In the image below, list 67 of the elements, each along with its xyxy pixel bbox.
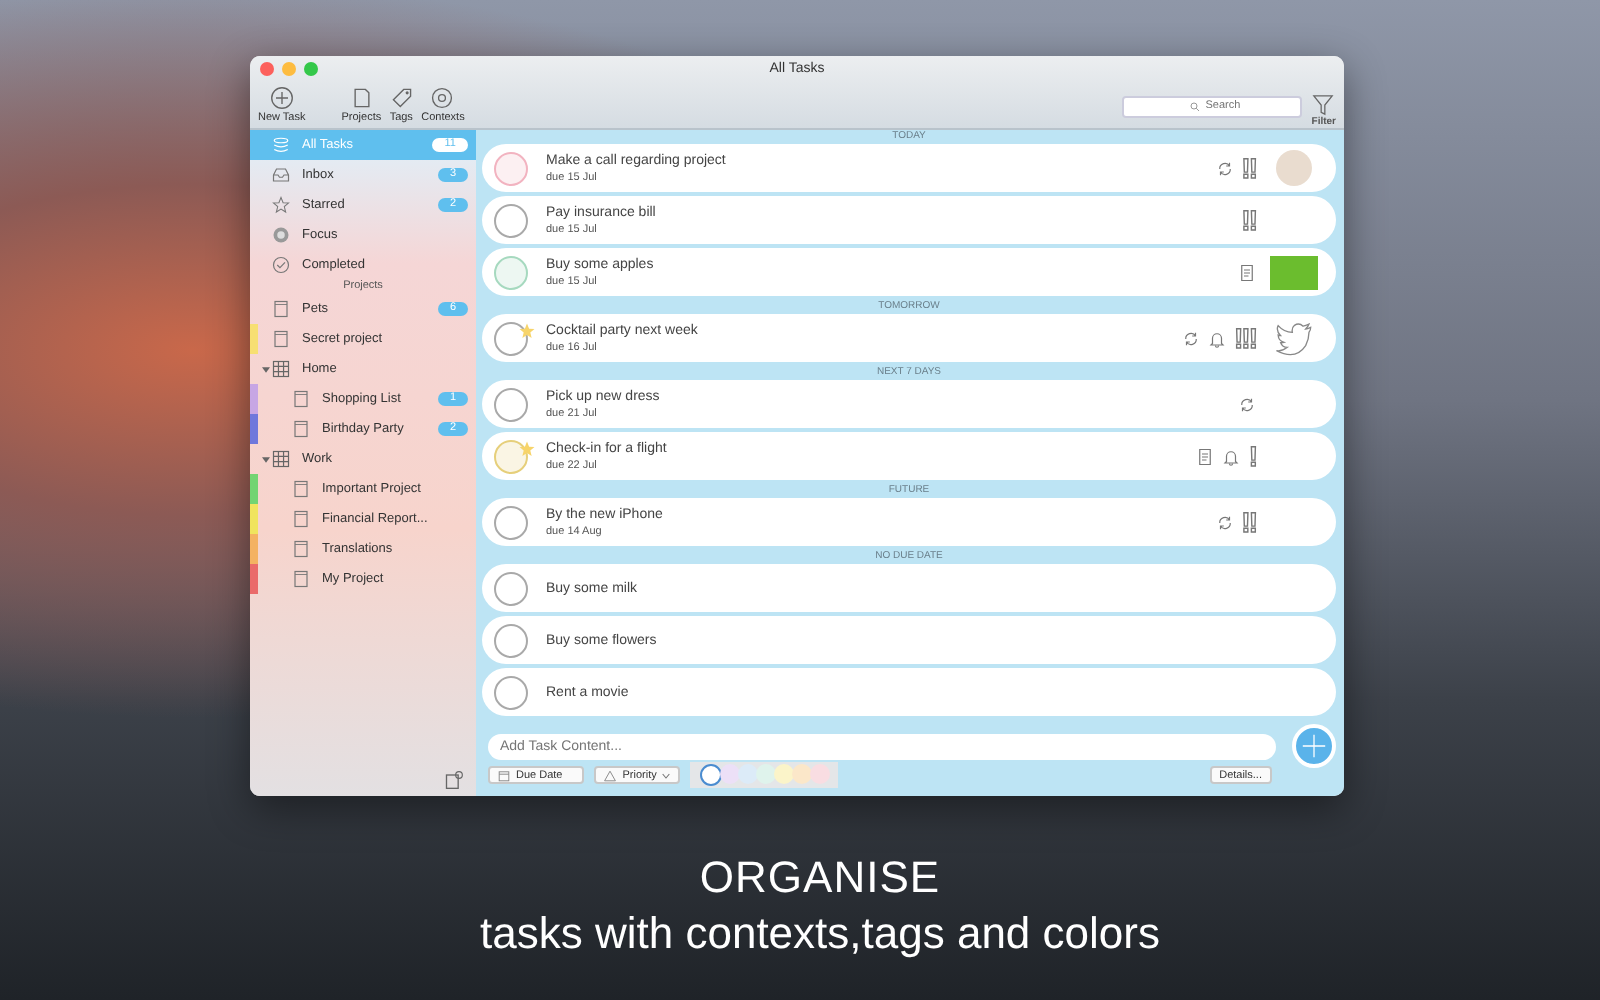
caret-icon xyxy=(662,771,671,779)
completion-circle[interactable] xyxy=(494,439,528,473)
completion-circle[interactable] xyxy=(494,505,528,539)
completion-circle[interactable] xyxy=(494,387,528,421)
minimize-button[interactable] xyxy=(282,61,296,75)
document-icon xyxy=(292,540,310,558)
priority-marks: !! xyxy=(1241,204,1256,236)
stack-icon xyxy=(272,136,290,154)
close-button[interactable] xyxy=(260,61,274,75)
document-icon xyxy=(292,480,310,498)
note-icon xyxy=(1238,263,1256,281)
disclosure-triangle-icon[interactable] xyxy=(262,365,270,373)
completion-circle[interactable] xyxy=(494,623,528,657)
color-swatch[interactable] xyxy=(700,764,723,786)
repeat-icon xyxy=(1182,329,1200,347)
color-swatch[interactable] xyxy=(720,764,741,784)
photo-placeholder xyxy=(1270,255,1318,289)
completion-circle[interactable] xyxy=(494,321,528,355)
document-icon xyxy=(292,390,310,408)
completion-circle[interactable] xyxy=(494,571,528,605)
target-icon xyxy=(272,226,290,244)
calendar-icon xyxy=(498,769,510,781)
bell-icon xyxy=(1208,329,1226,347)
document-icon xyxy=(292,510,310,528)
color-swatch[interactable] xyxy=(774,764,795,784)
completion-circle[interactable] xyxy=(494,255,528,289)
document-icon xyxy=(292,420,310,438)
funnel-icon xyxy=(1312,93,1335,115)
repeat-icon xyxy=(1215,159,1234,177)
priority-marks: !! xyxy=(1241,506,1256,538)
color-swatch[interactable] xyxy=(810,764,831,784)
document-icon xyxy=(349,86,374,110)
color-swatch[interactable] xyxy=(738,764,759,784)
headline: ORGANISE xyxy=(699,850,941,906)
subheadline: tasks with contexts,tags and colors xyxy=(480,906,1160,962)
color-swatch[interactable] xyxy=(756,764,777,784)
zoom-button[interactable] xyxy=(304,61,318,75)
color-swatch[interactable] xyxy=(792,764,813,784)
repeat-icon xyxy=(1215,513,1234,531)
completion-circle[interactable] xyxy=(494,151,528,185)
priority-marks: ! xyxy=(1248,440,1256,472)
document-icon xyxy=(292,570,310,588)
disclosure-triangle-icon[interactable] xyxy=(262,455,270,463)
photo-placeholder xyxy=(1276,150,1312,186)
star-icon xyxy=(272,196,290,214)
at-sign-icon xyxy=(430,86,455,110)
grid-icon xyxy=(272,450,290,468)
add-task-button[interactable] xyxy=(1292,724,1336,768)
completion-circle[interactable] xyxy=(494,675,528,709)
document-icon xyxy=(272,300,290,318)
tray-icon xyxy=(272,166,290,184)
plus-circle-icon xyxy=(269,86,294,110)
plus-icon xyxy=(1298,730,1330,762)
document-icon xyxy=(272,330,290,348)
warning-icon xyxy=(604,769,617,781)
check-circle-icon xyxy=(272,256,290,274)
grid-icon xyxy=(272,360,290,378)
document-gear-icon[interactable] xyxy=(444,770,464,790)
tag-icon xyxy=(389,86,414,110)
bell-icon xyxy=(1222,447,1241,465)
note-icon xyxy=(1196,447,1215,465)
bird-icon xyxy=(1274,321,1314,355)
repeat-icon xyxy=(1238,395,1256,413)
priority-marks: !!! xyxy=(1234,322,1256,354)
completion-circle[interactable] xyxy=(494,203,528,237)
search-icon xyxy=(1189,101,1200,111)
priority-marks: !! xyxy=(1241,152,1256,184)
